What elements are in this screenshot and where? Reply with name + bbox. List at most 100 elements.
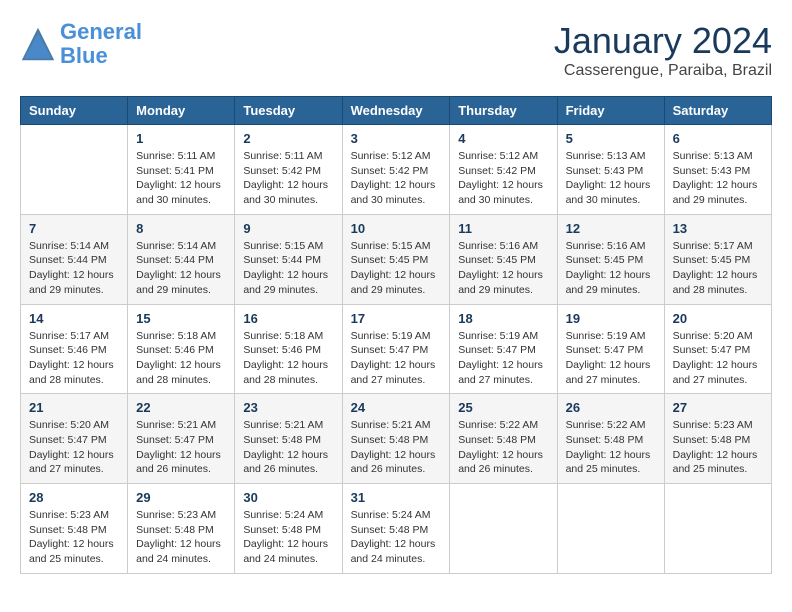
day-number: 2 xyxy=(243,131,333,146)
day-cell: 11 Sunrise: 5:16 AM Sunset: 5:45 PM Dayli… xyxy=(450,214,557,304)
day-cell: 28 Sunrise: 5:23 AM Sunset: 5:48 PM Dayli… xyxy=(21,484,128,574)
day-info: Sunrise: 5:20 AM Sunset: 5:47 PM Dayligh… xyxy=(29,418,119,477)
day-cell: 5 Sunrise: 5:13 AM Sunset: 5:43 PM Daylig… xyxy=(557,125,664,215)
day-cell: 21Sunrise: 5:20 AM Sunset: 5:47 PM Dayli… xyxy=(21,394,128,484)
day-number: 5 xyxy=(566,131,656,146)
day-info: Sunrise: 5:18 AM Sunset: 5:46 PM Dayligh… xyxy=(243,329,333,388)
week-row-5: 28 Sunrise: 5:23 AM Sunset: 5:48 PM Dayli… xyxy=(21,484,772,574)
day-cell xyxy=(21,125,128,215)
day-cell: 17 Sunrise: 5:19 AM Sunset: 5:47 PM Dayli… xyxy=(342,304,450,394)
day-info: Sunrise: 5:17 AM Sunset: 5:46 PM Dayligh… xyxy=(29,329,119,388)
day-cell: 13 Sunrise: 5:17 AM Sunset: 5:45 PM Dayli… xyxy=(664,214,771,304)
day-number: 28 xyxy=(29,490,119,505)
day-number: 6 xyxy=(673,131,763,146)
day-cell xyxy=(557,484,664,574)
day-number: 31 xyxy=(351,490,442,505)
day-cell: 7Sunrise: 5:14 AM Sunset: 5:44 PM Daylig… xyxy=(21,214,128,304)
day-cell: 12Sunrise: 5:16 AM Sunset: 5:45 PM Dayli… xyxy=(557,214,664,304)
day-number: 11 xyxy=(458,221,548,236)
day-cell: 31 Sunrise: 5:24 AM Sunset: 5:48 PM Dayli… xyxy=(342,484,450,574)
day-number: 8 xyxy=(136,221,226,236)
day-info: Sunrise: 5:23 AM Sunset: 5:48 PM Dayligh… xyxy=(673,418,763,477)
day-number: 25 xyxy=(458,400,548,415)
column-header-thursday: Thursday xyxy=(450,97,557,125)
day-number: 3 xyxy=(351,131,442,146)
day-cell: 22 Sunrise: 5:21 AM Sunset: 5:47 PM Dayli… xyxy=(128,394,235,484)
day-info: Sunrise: 5:11 AM Sunset: 5:41 PM Dayligh… xyxy=(136,149,226,208)
day-cell: 6 Sunrise: 5:13 AM Sunset: 5:43 PM Daylig… xyxy=(664,125,771,215)
day-cell: 1 Sunrise: 5:11 AM Sunset: 5:41 PM Daylig… xyxy=(128,125,235,215)
day-number: 29 xyxy=(136,490,226,505)
day-cell: 24Sunrise: 5:21 AM Sunset: 5:48 PM Dayli… xyxy=(342,394,450,484)
day-cell: 19 Sunrise: 5:19 AM Sunset: 5:47 PM Dayli… xyxy=(557,304,664,394)
day-info: Sunrise: 5:19 AM Sunset: 5:47 PM Dayligh… xyxy=(458,329,548,388)
day-number: 30 xyxy=(243,490,333,505)
day-cell: 29Sunrise: 5:23 AM Sunset: 5:48 PM Dayli… xyxy=(128,484,235,574)
day-number: 1 xyxy=(136,131,226,146)
day-cell: 27 Sunrise: 5:23 AM Sunset: 5:48 PM Dayli… xyxy=(664,394,771,484)
calendar-header-row: SundayMondayTuesdayWednesdayThursdayFrid… xyxy=(21,97,772,125)
day-cell: 20Sunrise: 5:20 AM Sunset: 5:47 PM Dayli… xyxy=(664,304,771,394)
day-info: Sunrise: 5:21 AM Sunset: 5:48 PM Dayligh… xyxy=(243,418,333,477)
day-number: 9 xyxy=(243,221,333,236)
logo-icon xyxy=(20,26,56,62)
day-number: 13 xyxy=(673,221,763,236)
day-info: Sunrise: 5:16 AM Sunset: 5:45 PM Dayligh… xyxy=(458,239,548,298)
day-info: Sunrise: 5:13 AM Sunset: 5:43 PM Dayligh… xyxy=(673,149,763,208)
day-info: Sunrise: 5:20 AM Sunset: 5:47 PM Dayligh… xyxy=(673,329,763,388)
week-row-1: 1 Sunrise: 5:11 AM Sunset: 5:41 PM Daylig… xyxy=(21,125,772,215)
day-info: Sunrise: 5:12 AM Sunset: 5:42 PM Dayligh… xyxy=(458,149,548,208)
column-header-saturday: Saturday xyxy=(664,97,771,125)
day-cell: 16 Sunrise: 5:18 AM Sunset: 5:46 PM Dayli… xyxy=(235,304,342,394)
day-info: Sunrise: 5:13 AM Sunset: 5:43 PM Dayligh… xyxy=(566,149,656,208)
day-number: 17 xyxy=(351,311,442,326)
day-number: 27 xyxy=(673,400,763,415)
month-title: January 2024 xyxy=(554,20,772,62)
day-info: Sunrise: 5:15 AM Sunset: 5:45 PM Dayligh… xyxy=(351,239,442,298)
day-number: 7 xyxy=(29,221,119,236)
day-info: Sunrise: 5:19 AM Sunset: 5:47 PM Dayligh… xyxy=(566,329,656,388)
week-row-3: 14 Sunrise: 5:17 AM Sunset: 5:46 PM Dayli… xyxy=(21,304,772,394)
week-row-4: 21Sunrise: 5:20 AM Sunset: 5:47 PM Dayli… xyxy=(21,394,772,484)
day-info: Sunrise: 5:22 AM Sunset: 5:48 PM Dayligh… xyxy=(566,418,656,477)
day-cell: 8 Sunrise: 5:14 AM Sunset: 5:44 PM Daylig… xyxy=(128,214,235,304)
day-info: Sunrise: 5:11 AM Sunset: 5:42 PM Dayligh… xyxy=(243,149,333,208)
day-cell: 14 Sunrise: 5:17 AM Sunset: 5:46 PM Dayli… xyxy=(21,304,128,394)
day-info: Sunrise: 5:23 AM Sunset: 5:48 PM Dayligh… xyxy=(29,508,119,567)
day-cell: 23 Sunrise: 5:21 AM Sunset: 5:48 PM Dayli… xyxy=(235,394,342,484)
day-info: Sunrise: 5:21 AM Sunset: 5:47 PM Dayligh… xyxy=(136,418,226,477)
page-header: General Blue January 2024 Casserengue, P… xyxy=(20,20,772,80)
day-cell: 3 Sunrise: 5:12 AM Sunset: 5:42 PM Daylig… xyxy=(342,125,450,215)
day-number: 18 xyxy=(458,311,548,326)
day-number: 16 xyxy=(243,311,333,326)
column-header-sunday: Sunday xyxy=(21,97,128,125)
week-row-2: 7 Sunrise: 5:14 AM Sunset: 5:44 PM Daylig… xyxy=(21,214,772,304)
day-info: Sunrise: 5:19 AM Sunset: 5:47 PM Dayligh… xyxy=(351,329,442,388)
logo-text: General Blue xyxy=(60,20,142,68)
day-number: 4 xyxy=(458,131,548,146)
day-number: 23 xyxy=(243,400,333,415)
column-header-wednesday: Wednesday xyxy=(342,97,450,125)
day-info: Sunrise: 5:15 AM Sunset: 5:44 PM Dayligh… xyxy=(243,239,333,298)
day-info: Sunrise: 5:12 AM Sunset: 5:42 PM Dayligh… xyxy=(351,149,442,208)
day-number: 15 xyxy=(136,311,226,326)
day-info: Sunrise: 5:14 AM Sunset: 5:44 PM Dayligh… xyxy=(136,239,226,298)
day-cell: 10 Sunrise: 5:15 AM Sunset: 5:45 PM Dayli… xyxy=(342,214,450,304)
day-cell: 26Sunrise: 5:22 AM Sunset: 5:48 PM Dayli… xyxy=(557,394,664,484)
day-number: 19 xyxy=(566,311,656,326)
day-cell xyxy=(664,484,771,574)
day-info: Sunrise: 5:18 AM Sunset: 5:46 PM Dayligh… xyxy=(136,329,226,388)
day-cell: 30Sunrise: 5:24 AM Sunset: 5:48 PM Dayli… xyxy=(235,484,342,574)
column-header-monday: Monday xyxy=(128,97,235,125)
column-header-friday: Friday xyxy=(557,97,664,125)
day-info: Sunrise: 5:22 AM Sunset: 5:48 PM Dayligh… xyxy=(458,418,548,477)
day-number: 14 xyxy=(29,311,119,326)
day-info: Sunrise: 5:17 AM Sunset: 5:45 PM Dayligh… xyxy=(673,239,763,298)
day-info: Sunrise: 5:21 AM Sunset: 5:48 PM Dayligh… xyxy=(351,418,442,477)
day-number: 22 xyxy=(136,400,226,415)
day-cell: 4 Sunrise: 5:12 AM Sunset: 5:42 PM Daylig… xyxy=(450,125,557,215)
day-number: 10 xyxy=(351,221,442,236)
day-number: 12 xyxy=(566,221,656,236)
column-header-tuesday: Tuesday xyxy=(235,97,342,125)
day-info: Sunrise: 5:24 AM Sunset: 5:48 PM Dayligh… xyxy=(351,508,442,567)
